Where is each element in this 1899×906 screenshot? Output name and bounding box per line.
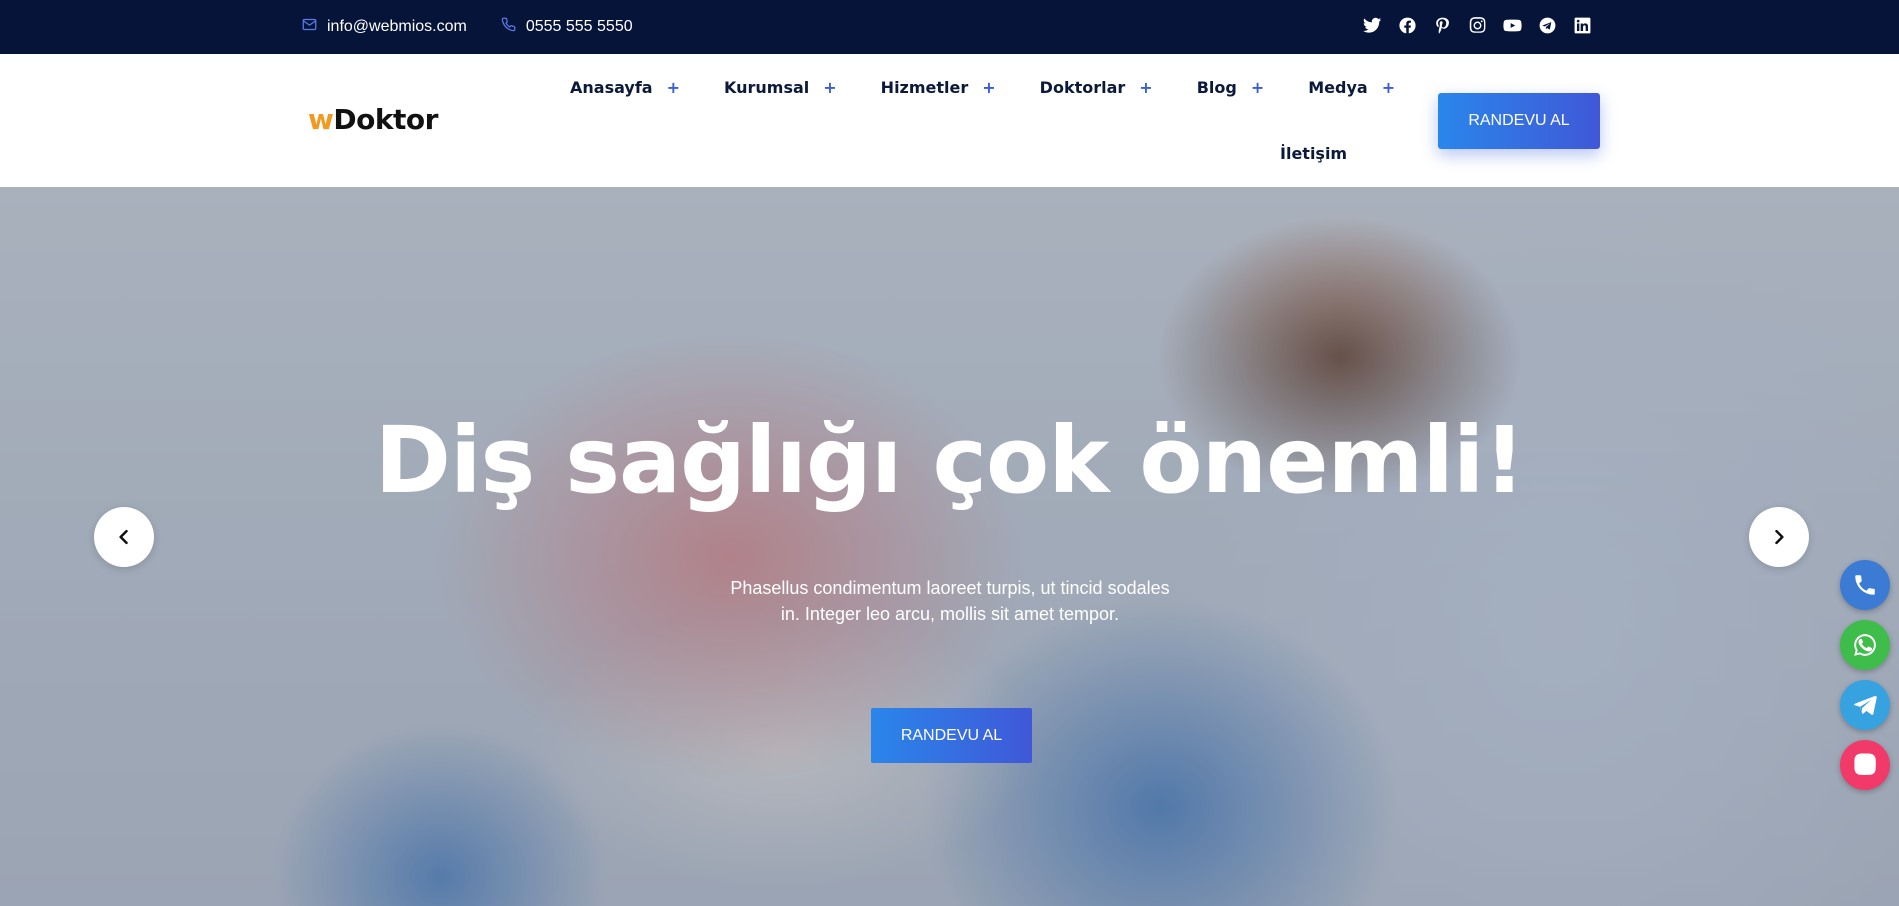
nav-label: Hizmetler bbox=[880, 77, 969, 97]
contact-info: info@webmios.com 0555 555 5550 bbox=[302, 0, 633, 54]
plus-icon: + bbox=[1250, 77, 1265, 97]
phone-icon bbox=[1855, 575, 1875, 595]
nav-item-iletisim[interactable]: İletişim bbox=[1280, 144, 1347, 163]
phone-text: 0555 555 5550 bbox=[525, 18, 633, 35]
telegram-icon bbox=[1854, 695, 1877, 715]
nav-label: Kurumsal bbox=[724, 77, 810, 97]
hero-content: Diş sağlığı çok önemli! Phasellus condim… bbox=[0, 187, 1899, 906]
telegram-icon[interactable] bbox=[1537, 15, 1558, 36]
nav-item-doktorlar[interactable]: Doktorlar + bbox=[1040, 78, 1153, 97]
chevron-left-icon bbox=[119, 529, 128, 545]
float-whatsapp-button[interactable] bbox=[1840, 620, 1890, 670]
pinterest-icon[interactable] bbox=[1432, 15, 1453, 36]
hero-slider: Diş sağlığı çok önemli! Phasellus condim… bbox=[0, 187, 1899, 906]
top-bar: info@webmios.com 0555 555 5550 bbox=[0, 0, 1899, 54]
plus-icon: + bbox=[1139, 77, 1153, 97]
logo-w: w bbox=[308, 103, 334, 136]
main-nav: Anasayfa + Kurumsal + Hizmetler + Doktor… bbox=[570, 54, 1395, 186]
plus-icon: + bbox=[666, 77, 680, 97]
nav-item-blog[interactable]: Blog + bbox=[1197, 78, 1265, 97]
plus-icon: + bbox=[823, 77, 837, 97]
nav-label: Doktorlar bbox=[1039, 77, 1126, 97]
hero-appointment-button[interactable]: RANDEVU AL bbox=[871, 708, 1032, 763]
whatsapp-icon bbox=[1854, 634, 1876, 656]
nav-item-medya[interactable]: Medya + bbox=[1308, 78, 1395, 97]
mail-icon bbox=[302, 17, 317, 37]
slider-next-button[interactable] bbox=[1749, 507, 1809, 567]
facebook-icon[interactable] bbox=[1397, 15, 1418, 36]
nav-item-anasayfa[interactable]: Anasayfa + bbox=[570, 78, 680, 97]
email-link[interactable]: info@webmios.com bbox=[302, 17, 467, 37]
twitter-icon[interactable] bbox=[1362, 15, 1383, 36]
nav-label: Anasayfa bbox=[570, 77, 653, 97]
youtube-icon[interactable] bbox=[1502, 15, 1523, 36]
nav-label: Medya bbox=[1308, 77, 1368, 97]
main-header: wDoktor Anasayfa + Kurumsal + Hizmetler … bbox=[0, 54, 1899, 187]
chevron-right-icon bbox=[1775, 529, 1784, 545]
email-text: info@webmios.com bbox=[327, 18, 467, 35]
slider-prev-button[interactable] bbox=[94, 507, 154, 567]
instagram-icon bbox=[1854, 753, 1876, 775]
plus-icon: + bbox=[1381, 77, 1396, 97]
plus-icon: + bbox=[982, 77, 996, 97]
instagram-icon[interactable] bbox=[1467, 15, 1488, 36]
logo-text: Doktor bbox=[333, 103, 438, 136]
float-instagram-button[interactable] bbox=[1840, 740, 1890, 790]
appointment-button[interactable]: RANDEVU AL bbox=[1438, 93, 1600, 149]
linkedin-icon[interactable] bbox=[1572, 15, 1593, 36]
site-logo[interactable]: wDoktor bbox=[308, 103, 438, 136]
nav-item-kurumsal[interactable]: Kurumsal + bbox=[724, 78, 837, 97]
nav-item-hizmetler[interactable]: Hizmetler + bbox=[881, 78, 996, 97]
nav-label: Blog bbox=[1196, 77, 1237, 97]
phone-link[interactable]: 0555 555 5550 bbox=[501, 17, 633, 37]
float-telegram-button[interactable] bbox=[1840, 680, 1890, 730]
hero-description: Phasellus condimentum laoreet turpis, ut… bbox=[730, 578, 1170, 624]
hero-title: Diş sağlığı çok önemli! bbox=[374, 407, 1526, 514]
phone-icon bbox=[501, 17, 516, 37]
social-links bbox=[1362, 0, 1593, 50]
float-phone-button[interactable] bbox=[1840, 560, 1890, 610]
nav-label: İletişim bbox=[1280, 143, 1348, 163]
